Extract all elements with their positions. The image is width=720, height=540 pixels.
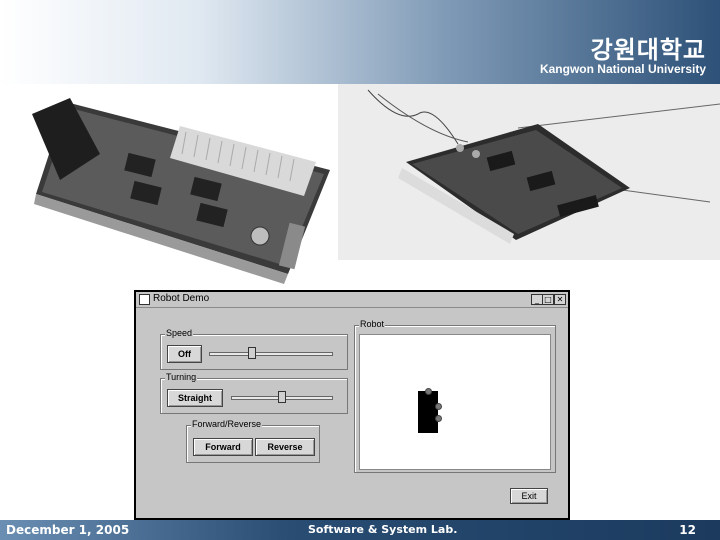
- forward-button[interactable]: Forward: [193, 438, 253, 456]
- slide: 강원대학교 Kangwon National University Robot …: [0, 0, 720, 540]
- forward-reverse-group-label: Forward/Reverse: [191, 419, 263, 430]
- speed-group-label: Speed: [165, 328, 194, 339]
- page-number: 12: [679, 523, 696, 537]
- speed-slider[interactable]: [209, 352, 333, 356]
- turning-slider-thumb[interactable]: [278, 391, 286, 403]
- java-window-icon: [139, 294, 150, 305]
- sensor-board-image: [338, 84, 720, 260]
- robot-sensor-icon: [425, 388, 432, 395]
- forward-reverse-group: Forward/Reverse Forward Reverse: [186, 419, 320, 463]
- robot-canvas: [359, 334, 551, 470]
- footer-lab-name: Software & System Lab.: [308, 523, 458, 536]
- robot-group: Robot: [354, 319, 556, 473]
- turning-group: Turning Straight: [160, 372, 348, 414]
- speed-group: Speed Off: [160, 328, 348, 370]
- footer-date: December 1, 2005: [6, 523, 130, 537]
- reverse-button[interactable]: Reverse: [255, 438, 315, 456]
- window-titlebar[interactable]: Robot Demo _ □ ✕: [136, 292, 568, 308]
- robot-controller-board-photo: [30, 84, 350, 296]
- university-name-korean: 강원대학교: [590, 36, 706, 64]
- robot-sensor-icon: [435, 403, 442, 410]
- header-band: 강원대학교 Kangwon National University: [0, 0, 720, 84]
- robot-sensor-icon: [435, 415, 442, 422]
- robot-group-label: Robot: [359, 319, 386, 330]
- university-name-english: Kangwon National University: [539, 62, 706, 76]
- speed-slider-thumb[interactable]: [248, 347, 257, 359]
- turning-group-label: Turning: [165, 372, 198, 383]
- speed-off-button[interactable]: Off: [167, 345, 202, 363]
- controller-board-image: [32, 98, 330, 284]
- robot-sensor-board-photo: [338, 84, 720, 260]
- robot-demo-window: Robot Demo _ □ ✕ Speed Off Turning Strai…: [134, 290, 570, 520]
- close-button[interactable]: ✕: [554, 294, 566, 305]
- maximize-button[interactable]: □: [542, 294, 554, 305]
- straight-button[interactable]: Straight: [167, 389, 223, 407]
- window-title: Robot Demo: [153, 293, 210, 304]
- exit-button[interactable]: Exit: [510, 488, 548, 504]
- footer-band: December 1, 2005 Software & System Lab. …: [0, 520, 720, 540]
- robot-body-icon: [418, 391, 438, 433]
